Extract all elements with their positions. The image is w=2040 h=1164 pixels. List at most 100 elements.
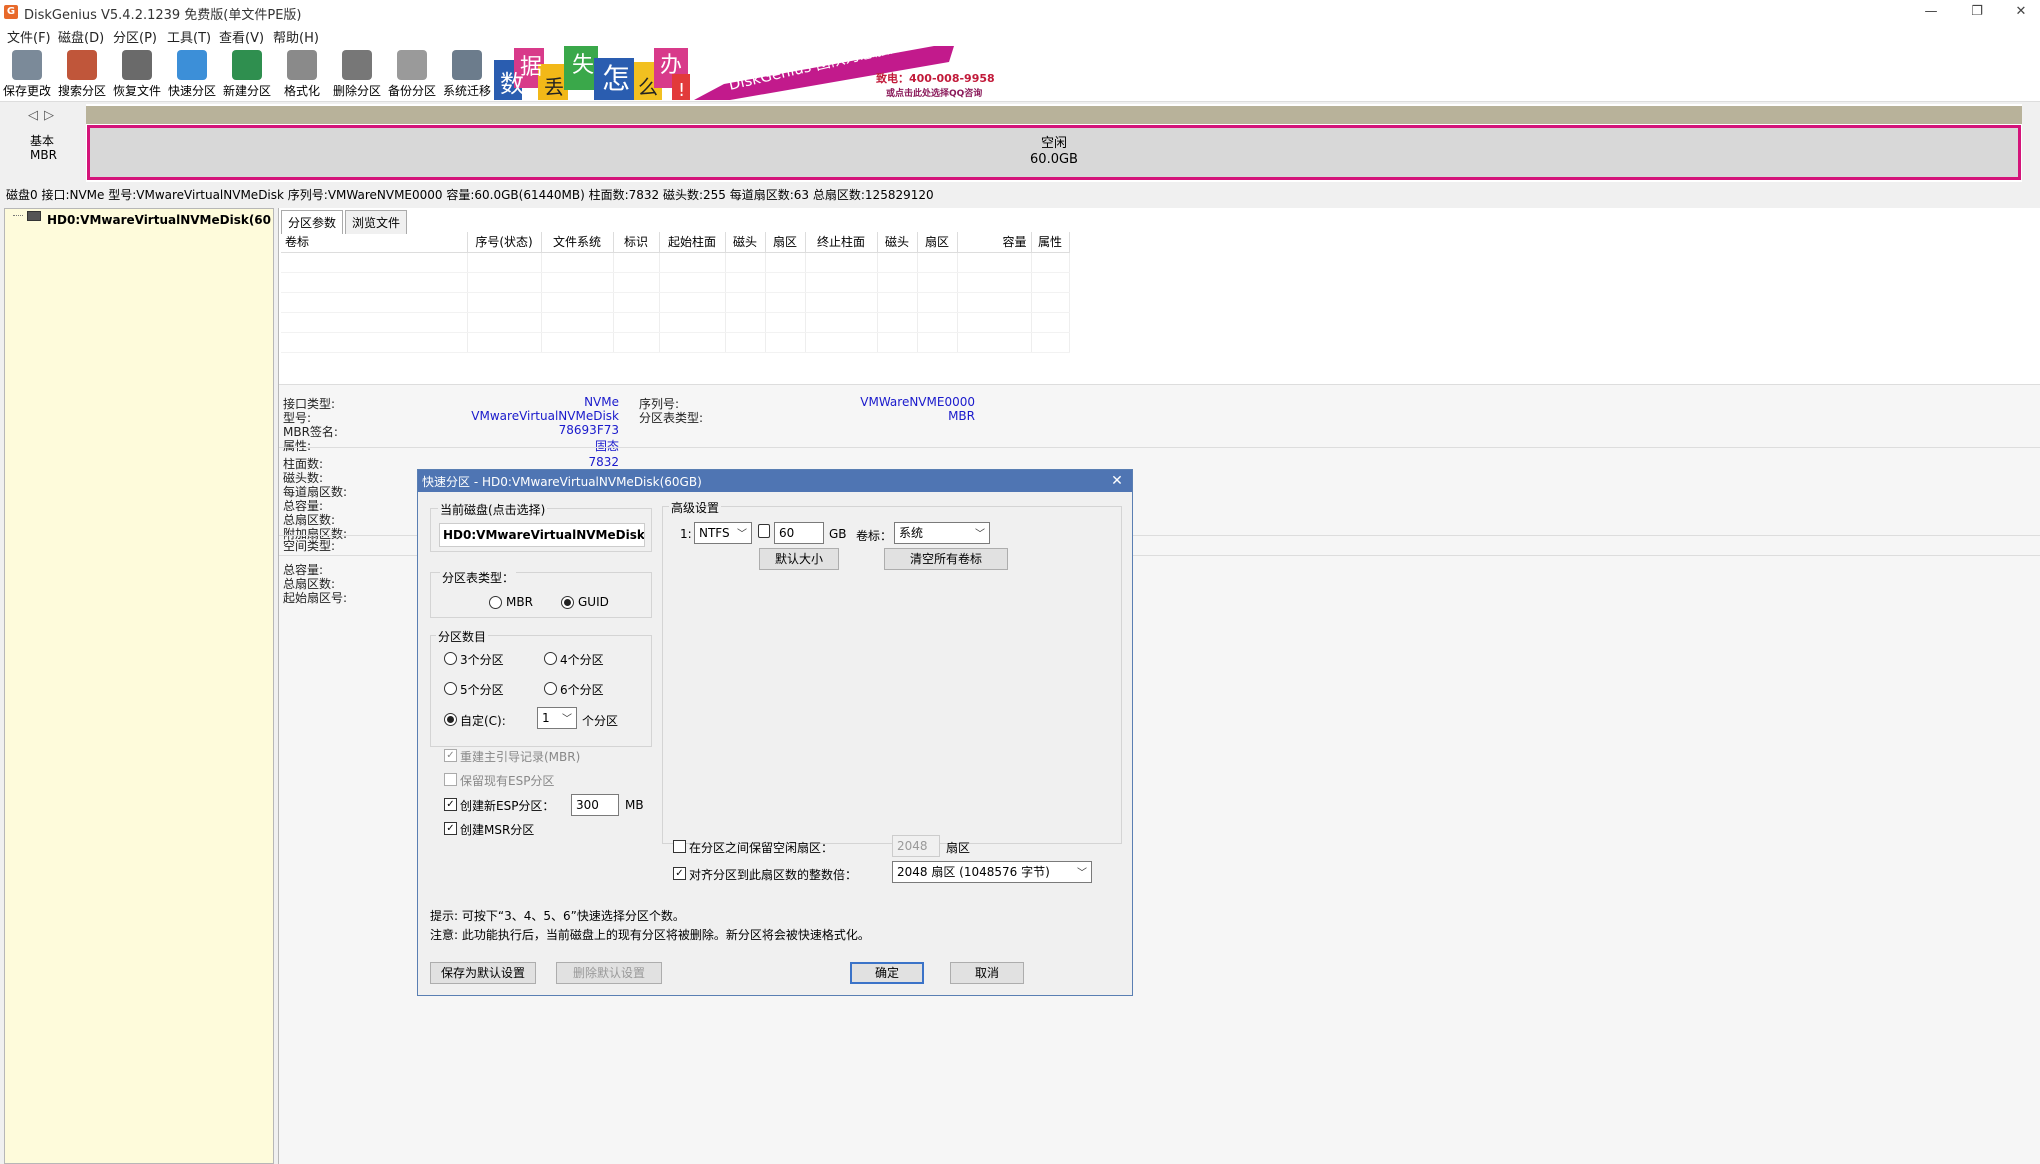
msr-checkbox[interactable]: ✓ (444, 822, 457, 835)
ok-button[interactable]: 确定 (850, 962, 924, 984)
count3-radio[interactable] (444, 652, 457, 665)
dialog-close-button[interactable]: ✕ (1106, 472, 1128, 490)
menu-help[interactable]: 帮助(H) (273, 27, 319, 46)
count5-radio[interactable] (444, 682, 457, 695)
toolbar-button-migrate[interactable]: 系统迁移 (440, 48, 494, 100)
reserve-sectors-input[interactable]: 2048 (892, 835, 940, 857)
minimize-button[interactable]: — (1908, 2, 1954, 22)
col-filesystem[interactable]: 文件系统 (541, 232, 614, 253)
chevron-down-icon: ﹀ (737, 529, 747, 540)
align-checkbox[interactable]: ✓ (673, 867, 686, 880)
custom-count-label[interactable]: 自定(C): (460, 712, 506, 729)
lock-icon[interactable] (758, 524, 770, 538)
count5-label[interactable]: 5个分区 (460, 681, 504, 698)
toolbar-label: 恢复文件 (112, 84, 161, 98)
guid-label[interactable]: GUID (578, 595, 609, 609)
toolbar-button-save[interactable]: 保存更改 (0, 48, 54, 100)
menu-tools[interactable]: 工具(T) (167, 27, 211, 46)
esp-size-input[interactable]: 300 (571, 794, 619, 816)
mbr-radio[interactable] (489, 595, 502, 609)
guid-radio[interactable] (561, 595, 574, 609)
migrate-icon (452, 50, 482, 80)
next-disk-icon[interactable]: ▷ (44, 108, 54, 123)
rebuild-mbr-checkbox[interactable]: ✓ (444, 749, 457, 762)
keep-esp-checkbox[interactable] (444, 773, 457, 786)
col-start-cyl[interactable]: 起始柱面 (659, 232, 726, 253)
detail-row: 型号: VMwareVirtualNVMeDisk (283, 409, 619, 425)
tab-partition-params[interactable]: 分区参数 (281, 210, 344, 234)
col-end-sector[interactable]: 扇区 (917, 232, 958, 253)
free-space-block[interactable]: 空闲 60.0GB (87, 125, 2021, 180)
guid-radio-dot[interactable] (561, 596, 574, 609)
msr-label[interactable]: 创建MSR分区 (460, 821, 534, 838)
custom-count-select[interactable]: 1 ﹀ (537, 707, 577, 729)
close-window-button[interactable]: ✕ (1998, 2, 2040, 22)
delete-icon (342, 50, 372, 80)
toolbar-button-format[interactable]: 格式化 (275, 48, 329, 100)
menu-partition[interactable]: 分区(P) (113, 27, 157, 46)
custom-count-value: 1 (542, 711, 550, 725)
promo-banner[interactable]: 数 据 丢 失 怎 么 办 ! DiskGenius 团队为您服务 致电：400… (494, 44, 996, 100)
save-default-button[interactable]: 保存为默认设置 (430, 962, 536, 984)
current-disk-group-label: 当前磁盘(点击选择) (438, 501, 548, 518)
detail-value: 7832 (588, 455, 619, 469)
col-volume-label[interactable]: 卷标 (281, 232, 468, 253)
dialog-title: 快速分区 - HD0:VMwareVirtualNVMeDisk(60GB) (422, 475, 702, 489)
custom-count-radio[interactable] (444, 713, 457, 726)
toolbar-label: 快速分区 (167, 84, 216, 98)
col-end-head[interactable]: 磁头 (877, 232, 918, 253)
align-select[interactable]: 2048 扇区 (1048576 字节) ﹀ (892, 861, 1092, 883)
toolbar-label: 格式化 (283, 84, 320, 98)
delete-default-button[interactable]: 删除默认设置 (556, 962, 662, 984)
tab-browse-files[interactable]: 浏览文件 (345, 210, 408, 234)
count4-label[interactable]: 4个分区 (560, 651, 604, 668)
align-label[interactable]: 对齐分区到此扇区数的整数倍： (689, 866, 857, 883)
count3-label[interactable]: 3个分区 (460, 651, 504, 668)
toolbar-button-quick-partition[interactable]: 快速分区 (165, 48, 219, 100)
mbr-radio-dot[interactable] (489, 596, 502, 609)
toolbar-button-backup[interactable]: 备份分区 (385, 48, 439, 100)
reserve-sectors-label[interactable]: 在分区之间保留空闲扇区： (689, 839, 833, 856)
col-attribute[interactable]: 属性 (1031, 232, 1070, 253)
toolbar-button-delete[interactable]: 删除分区 (330, 48, 384, 100)
keep-esp-label[interactable]: 保留现有ESP分区 (460, 772, 554, 789)
count6-radio[interactable] (544, 682, 557, 695)
esp-size-unit: MB (625, 798, 644, 812)
prev-disk-icon[interactable]: ◁ (28, 108, 38, 123)
default-size-button[interactable]: 默认大小 (759, 548, 839, 570)
size-input[interactable]: 60 (774, 522, 824, 544)
reserve-sectors-checkbox[interactable] (673, 840, 686, 853)
col-end-cyl[interactable]: 终止柱面 (805, 232, 878, 253)
toolbar-button-recover[interactable]: 恢复文件 (110, 48, 164, 100)
table-row (281, 312, 1070, 333)
col-start-head[interactable]: 磁头 (725, 232, 766, 253)
toolbar-button-new-partition[interactable]: 新建分区 (220, 48, 274, 100)
tree-item-hd0[interactable]: HD0:VMwareVirtualNVMeDisk(60 (47, 213, 273, 227)
banner-tile: ! (678, 80, 685, 100)
restore-button[interactable]: ❐ (1954, 2, 2000, 22)
disk-type-basic: 基本 (30, 134, 55, 148)
filesystem-select[interactable]: NTFS ﹀ (694, 522, 752, 544)
cancel-button[interactable]: 取消 (950, 962, 1024, 984)
detail-value: 78693F73 (558, 423, 619, 437)
menu-view[interactable]: 查看(V) (219, 27, 264, 46)
current-disk-selector[interactable]: HD0:VMwareVirtualNVMeDisk (439, 523, 645, 547)
menu-disk[interactable]: 磁盘(D) (58, 27, 104, 46)
col-id[interactable]: 标识 (613, 232, 660, 253)
backup-icon (397, 50, 427, 80)
count6-label[interactable]: 6个分区 (560, 681, 604, 698)
col-start-sector[interactable]: 扇区 (765, 232, 806, 253)
col-capacity[interactable]: 容量 (957, 232, 1032, 253)
new-esp-checkbox[interactable]: ✓ (444, 798, 457, 811)
new-esp-label[interactable]: 创建新ESP分区： (460, 797, 554, 814)
volume-label-select[interactable]: 系统 ﹀ (894, 522, 990, 544)
count4-radio[interactable] (544, 652, 557, 665)
clear-labels-button[interactable]: 清空所有卷标 (884, 548, 1008, 570)
mbr-label[interactable]: MBR (506, 595, 533, 609)
rebuild-mbr-label[interactable]: 重建主引导记录(MBR) (460, 748, 580, 765)
toolbar-button-search[interactable]: 搜索分区 (55, 48, 109, 100)
pt-type-label: 分区表类型： (440, 569, 517, 586)
col-index[interactable]: 序号(状态) (467, 232, 542, 253)
align-value: 2048 扇区 (1048576 字节) (897, 865, 1050, 879)
menu-file[interactable]: 文件(F) (7, 27, 51, 46)
